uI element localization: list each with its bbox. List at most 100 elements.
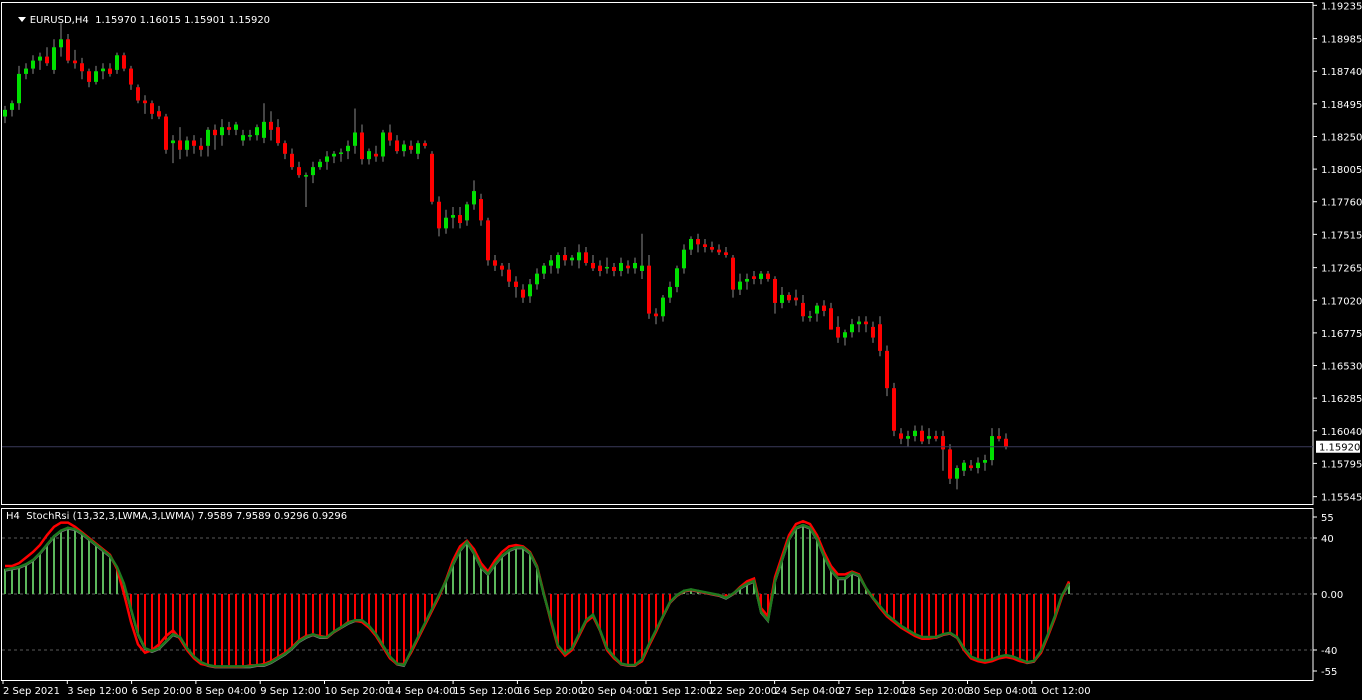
candle-bear (822, 305, 826, 311)
candle-bear (752, 276, 756, 279)
time-tick-label: 21 Sep 12:00 (646, 686, 713, 697)
candle-bear (122, 55, 126, 69)
candle-bull (101, 68, 105, 72)
symbol-period-label: EURUSD,H4 (29, 15, 89, 26)
indicator-tick-label: 40 (1321, 534, 1334, 545)
candle-bear (157, 111, 161, 117)
time-axis: 2 Sep 2021 3 Sep 12:00 6 Sep 20:00 8 Sep 04… (2, 680, 1091, 697)
price-tick-label: 1.17760 (1321, 198, 1362, 209)
candle-bear (87, 71, 91, 82)
candle-bull (528, 284, 532, 297)
candle-bear (374, 153, 378, 157)
candle-bull (94, 71, 98, 82)
candle-bull (220, 127, 224, 136)
candle-bull (808, 316, 812, 318)
candlesticks (3, 23, 1008, 490)
candle-bear (766, 273, 770, 279)
candle-bear (801, 302, 805, 317)
candle-bear (521, 289, 525, 298)
price-tick-label: 1.15795 (1321, 459, 1362, 470)
candle-bull (52, 47, 56, 70)
indicator-gray-line (4, 524, 1070, 669)
main-price-chart[interactable]: 1.19235 1.18985 1.18740 1.18495 1.18250 1.180… (0, 0, 1362, 700)
candle-bear (969, 465, 973, 469)
time-tick-label: 24 Sep 04:00 (775, 686, 842, 697)
candle-bull (570, 257, 574, 261)
candle-bear (500, 265, 504, 270)
time-tick-label: 6 Sep 20:00 (132, 686, 192, 697)
price-tick-label: 1.16040 (1321, 427, 1362, 438)
indicator-tick-label: 55 (1321, 513, 1334, 524)
candle-bear (437, 201, 441, 229)
candle-bull (311, 167, 315, 176)
candle-bull (255, 127, 259, 136)
chevron-down-icon[interactable] (17, 17, 26, 22)
candle-bull (962, 462, 966, 471)
time-tick-label: 22 Sep 20:00 (710, 686, 777, 697)
candle-bull (248, 135, 252, 137)
candle-bull (24, 68, 28, 74)
candle-bull (234, 124, 238, 130)
indicator-main-line (4, 523, 1071, 668)
candle-bull (759, 273, 763, 279)
candle-bear (227, 127, 231, 130)
candle-bear (878, 324, 882, 351)
candle-bull (304, 175, 308, 177)
candle-bull (689, 239, 693, 250)
chart-window[interactable]: 1.19235 1.18985 1.18740 1.18495 1.18250 1.180… (0, 0, 1362, 700)
candle-bear (458, 215, 462, 224)
candle-bull (661, 297, 665, 317)
price-tick-label: 1.19235 (1321, 1, 1362, 12)
symbol-header[interactable]: EURUSD,H4 1.15970 1.16015 1.15901 1.1592… (5, 4, 270, 37)
candle-bull (262, 121, 266, 138)
current-price-label: 1.15920 (1319, 443, 1360, 454)
candle-bull (38, 56, 42, 61)
candle-bear (507, 269, 511, 282)
candle-bear (871, 326, 875, 338)
candle-bear (143, 100, 147, 104)
price-axis: 1.19235 1.18985 1.18740 1.18495 1.18250 1.180… (1313, 1, 1362, 504)
candle-bull (850, 324, 854, 333)
candle-bull (332, 153, 336, 157)
candle-bear (997, 436, 1001, 439)
candle-bear (654, 313, 658, 317)
candle-bear (479, 199, 483, 221)
candle-bull (556, 254, 560, 269)
candle-bull (185, 140, 189, 150)
candle-bear (493, 260, 497, 266)
candle-bear (612, 266, 616, 271)
candle-bull (402, 144, 406, 152)
candle-bear (45, 56, 49, 64)
candle-bull (367, 151, 371, 160)
candle-bull (668, 286, 672, 298)
candle-bear (591, 262, 595, 269)
candle-bull (990, 436, 994, 461)
indicator-tick-label: -55 (1321, 667, 1337, 678)
candle-bull (605, 266, 609, 269)
candle-bull (619, 262, 623, 271)
candle-bear (899, 433, 903, 439)
candle-bear (283, 143, 287, 154)
chart-frames (1, 2, 1314, 681)
candle-bear (717, 249, 721, 253)
candle-bear (703, 244, 707, 248)
candle-bear (423, 143, 427, 146)
candle-bear (213, 129, 217, 136)
candle-bull (976, 462, 980, 469)
candle-bull (59, 39, 63, 48)
candle-bear (514, 281, 518, 287)
candle-bear (920, 430, 924, 442)
candle-bear (136, 87, 140, 101)
price-tick-label: 1.18250 (1321, 132, 1362, 143)
candle-bull (444, 217, 448, 229)
candle-bull (640, 265, 644, 271)
candle-bear (710, 247, 714, 250)
candle-bear (696, 239, 700, 245)
candle-bear (787, 294, 791, 301)
candle-bull (906, 436, 910, 439)
candle-bear (395, 140, 399, 152)
candle-bull (206, 129, 210, 146)
price-tick-label: 1.17515 (1321, 230, 1362, 241)
price-tick-label: 1.18985 (1321, 35, 1362, 46)
candle-bull (542, 265, 546, 274)
